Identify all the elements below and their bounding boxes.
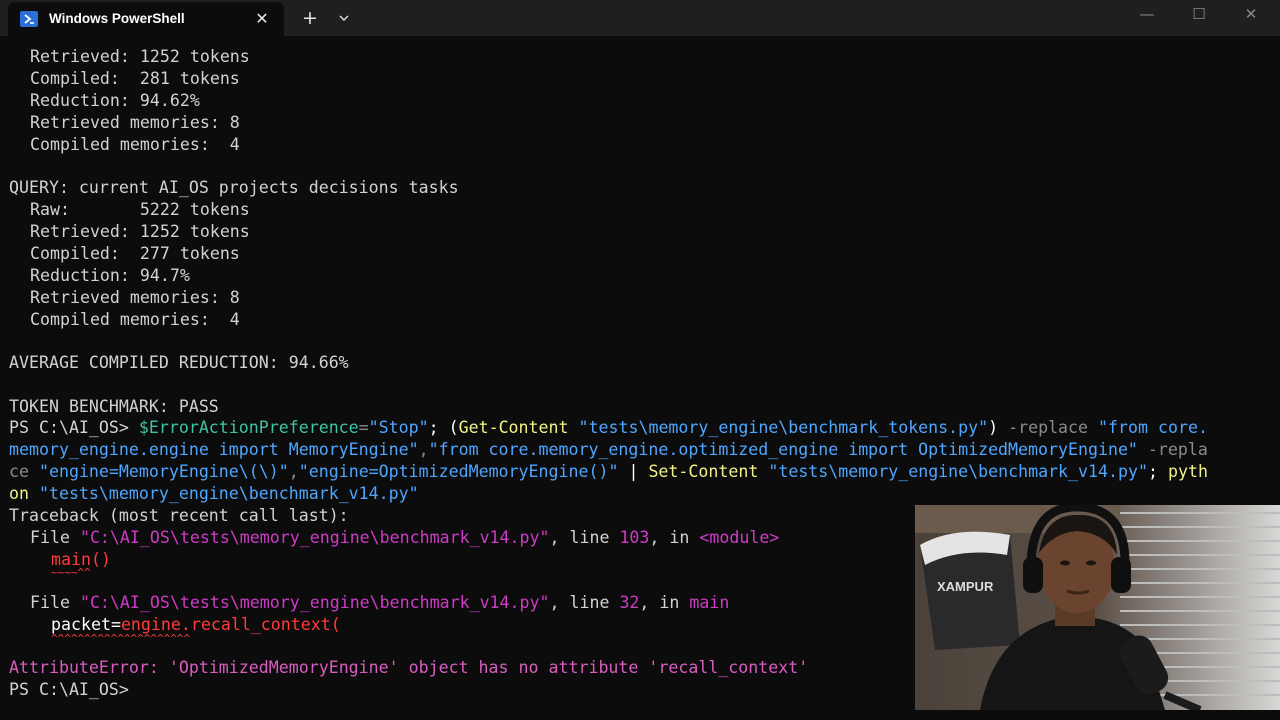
error-line: AttributeError: 'OptimizedMemoryEngine' … — [9, 657, 808, 679]
traceback-frame: File "C:\AI_OS\tests\memory_engine\bench… — [30, 593, 730, 612]
punct-token: ; ( — [428, 418, 459, 437]
tab-powershell[interactable]: Windows PowerShell ✕ — [8, 2, 284, 36]
maximize-button[interactable]: ☐ — [1174, 0, 1224, 30]
final-prompt[interactable]: PS C:\AI_OS> — [9, 679, 139, 701]
average-reduction-line: AVERAGE COMPILED REDUCTION: 94.66% — [9, 353, 349, 372]
output-line: Compiled: 277 tokens — [30, 244, 240, 263]
webcam-image: XAMPUR — [915, 505, 1280, 710]
cmdlet-token: on — [9, 484, 29, 503]
output-line: Compiled memories: 4 — [30, 135, 240, 154]
output-line: Retrieved: 1252 tokens — [30, 47, 250, 66]
variable-token: $ErrorActionPreference — [138, 418, 359, 437]
string-token: "from core. — [1098, 418, 1208, 437]
string-token: memory_engine.engine import MemoryEngine… — [9, 440, 419, 459]
traceback-path: "C:\AI_OS\tests\memory_engine\benchmark_… — [79, 528, 550, 547]
output-line: Reduction: 94.7% — [30, 266, 190, 285]
parameter-token: ce — [9, 462, 29, 481]
tab-close-icon[interactable]: ✕ — [252, 8, 272, 30]
query-line: QUERY: current AI_OS projects decisions … — [9, 178, 459, 197]
output-line: Compiled: 281 tokens — [30, 69, 240, 88]
output-line: Reduction: 94.62% — [30, 91, 200, 110]
string-token: "tests\memory_engine\benchmark_tokens.py… — [578, 418, 989, 437]
minimize-button[interactable]: — — [1122, 0, 1172, 30]
traceback-line-number: 32 — [619, 593, 640, 612]
traceback-marker: ~~~~^^ — [51, 566, 91, 579]
tab-title: Windows PowerShell — [49, 11, 185, 26]
traceback-header: Traceback (most recent call last): — [9, 506, 349, 525]
cmdlet-token: pyth — [1167, 462, 1208, 481]
traceback-marker: ^^^^^^^^^^^^^^^^^^^^^ — [51, 632, 191, 645]
command-line-wrap: ce "engine=MemoryEngine\(\)","engine=Opt… — [9, 462, 1208, 481]
traceback-line-number: 103 — [619, 528, 650, 547]
powershell-icon — [20, 11, 38, 27]
new-tab-button[interactable]: + — [298, 6, 322, 30]
prompt: PS C:\AI_OS> — [9, 418, 139, 437]
traceback-function: <module> — [699, 528, 780, 547]
output-line: Retrieved: 1252 tokens — [30, 222, 250, 241]
command-line-wrap: on "tests\memory_engine\benchmark_v14.py… — [9, 483, 419, 505]
benchmark-result-line: TOKEN BENCHMARK: PASS — [9, 397, 219, 416]
output-line: Raw: 5222 tokens — [30, 200, 250, 219]
window-close-button[interactable]: ✕ — [1226, 0, 1276, 30]
command-line-wrap: memory_engine.engine import MemoryEngine… — [9, 440, 1208, 459]
operator-token: = — [358, 418, 369, 437]
parameter-token: -repla — [1147, 440, 1208, 459]
string-token: "tests\memory_engine\benchmark_v14.py" — [38, 484, 419, 503]
output-line: Retrieved memories: 8 — [30, 113, 240, 132]
traceback-path: "C:\AI_OS\tests\memory_engine\benchmark_… — [79, 593, 550, 612]
string-token: "from core.memory_engine.optimized_engin… — [428, 440, 1138, 459]
title-bar: Windows PowerShell ✕ + — ☐ ✕ — [0, 0, 1280, 36]
cmdlet-token: Set-Content — [648, 462, 759, 481]
string-token: "tests\memory_engine\benchmark_v14.py" — [768, 462, 1148, 481]
error-message: : 'OptimizedMemoryEngine' object has no … — [148, 658, 809, 677]
cmdlet-token: Get-Content — [458, 418, 569, 437]
chair-logo-text: XAMPUR — [937, 579, 994, 594]
output-line: Compiled memories: 4 — [30, 310, 240, 329]
string-token: "engine=MemoryEngine\(\)" — [38, 462, 289, 481]
webcam-overlay: XAMPUR — [915, 505, 1280, 710]
error-type: AttributeError — [9, 658, 149, 677]
output-line: Retrieved memories: 8 — [30, 288, 240, 307]
traceback-function: main — [689, 593, 730, 612]
string-token: "engine=OptimizedMemoryEngine()" — [298, 462, 619, 481]
chevron-down-icon[interactable] — [332, 6, 356, 30]
punct-token: ) — [988, 418, 1009, 437]
string-token: "Stop" — [368, 418, 429, 437]
parameter-token: -replace — [1008, 418, 1089, 437]
traceback-frame: File "C:\AI_OS\tests\memory_engine\bench… — [30, 528, 780, 547]
command-line: PS C:\AI_OS> $ErrorActionPreference="Sto… — [9, 417, 1208, 439]
